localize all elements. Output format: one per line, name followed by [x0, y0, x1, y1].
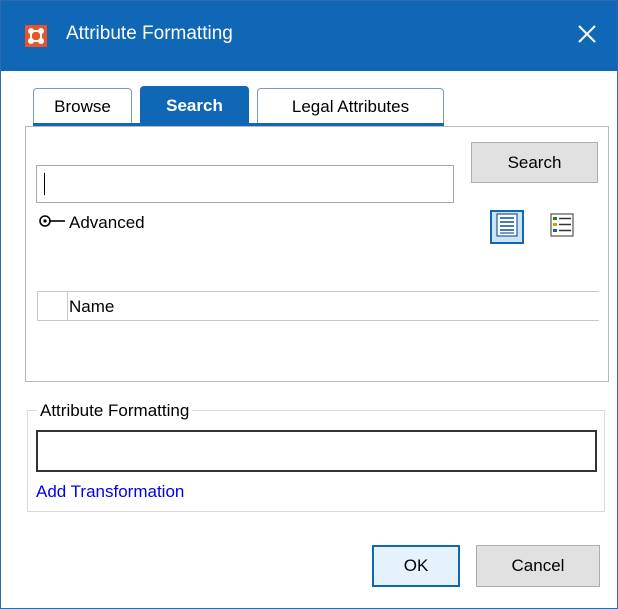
tab-search[interactable]: Search [140, 86, 249, 124]
search-button-label: Search [507, 152, 562, 172]
cancel-button[interactable]: Cancel [476, 545, 600, 587]
advanced-label: Advanced [69, 213, 145, 232]
cancel-button-label: Cancel [511, 556, 565, 575]
close-icon [578, 24, 596, 48]
list-view-icon [496, 212, 518, 242]
add-transformation-link[interactable]: Add Transformation [36, 482, 184, 502]
list-view-button[interactable] [490, 210, 524, 244]
tab-legal-attributes-label: Legal Attributes [291, 96, 410, 116]
ok-button[interactable]: OK [372, 545, 460, 587]
advanced-toggle[interactable]: Advanced [39, 213, 145, 233]
attribute-formatting-group-label: Attribute Formatting [37, 401, 193, 421]
table-select-column[interactable] [38, 292, 68, 320]
title-bar: Attribute Formatting [1, 1, 617, 71]
window-title: Attribute Formatting [66, 23, 233, 44]
attribute-formatting-input[interactable] [36, 430, 597, 472]
text-caret [44, 173, 45, 195]
expander-key-icon [39, 213, 67, 233]
tab-browse-label: Browse [54, 96, 111, 116]
app-logo-icon [25, 25, 47, 47]
details-view-button[interactable] [545, 210, 579, 244]
results-table-header: Name [37, 291, 599, 321]
close-button[interactable] [567, 17, 607, 55]
tab-search-label: Search [166, 95, 223, 115]
search-button[interactable]: Search [471, 142, 598, 183]
details-view-icon [550, 212, 574, 242]
attribute-formatting-dialog: Attribute Formatting Browse Search Legal… [0, 0, 618, 609]
ok-button-label: OK [403, 556, 429, 575]
table-name-column[interactable]: Name [69, 297, 114, 317]
search-input[interactable] [36, 165, 454, 203]
tab-legal-attributes[interactable]: Legal Attributes [257, 88, 444, 124]
tab-browse[interactable]: Browse [33, 88, 132, 124]
